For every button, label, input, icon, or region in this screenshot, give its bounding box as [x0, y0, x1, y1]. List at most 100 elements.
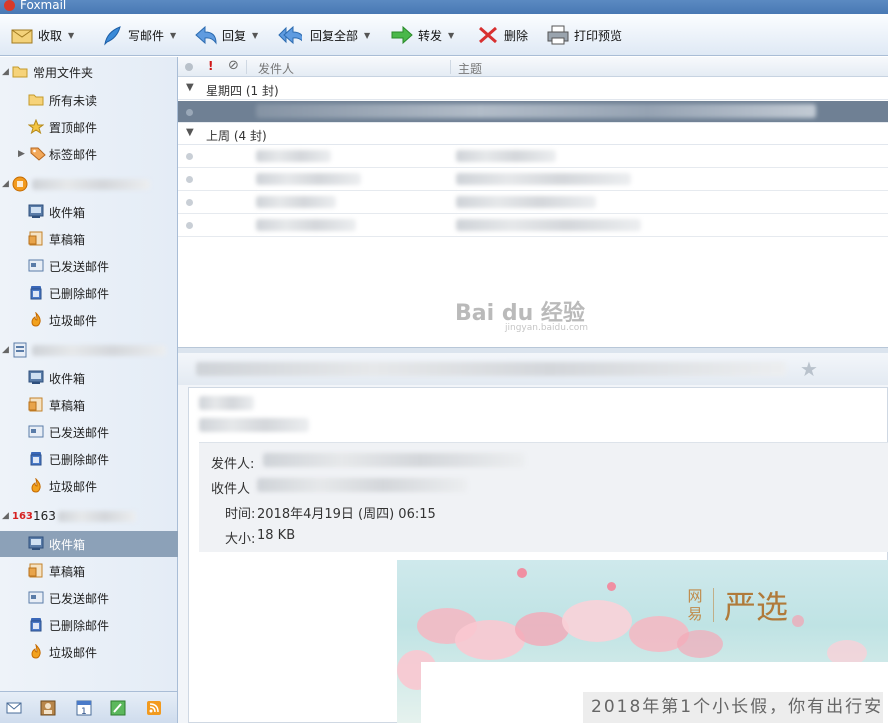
mail-row[interactable]	[178, 191, 888, 214]
read-status-dot-icon[interactable]	[186, 222, 193, 229]
forward-label: 转发	[418, 28, 443, 43]
folder-sent[interactable]: 已发送邮件	[0, 253, 178, 279]
feather-pen-icon	[100, 24, 124, 46]
folder-label: 草稿箱	[49, 232, 86, 247]
folder-tagged[interactable]: ▶ 标签邮件	[0, 141, 178, 167]
redacted-subject	[456, 173, 631, 185]
favorites-label: 常用文件夹	[33, 65, 94, 80]
reading-pane: ★ 发件人: 收件人 时间: 2018年4月19日 (周四) 06:15 大小:…	[178, 353, 888, 723]
folder-junk[interactable]: 垃圾邮件	[0, 639, 178, 665]
folder-drafts[interactable]: 草稿箱	[0, 558, 178, 584]
group-label: 星期四 (1 封)	[206, 84, 279, 98]
folder-label: 收件箱	[49, 537, 86, 552]
redacted-subject-title	[196, 362, 786, 376]
print-preview-label: 打印预览	[574, 28, 623, 43]
folder-junk[interactable]: 垃圾邮件	[0, 307, 178, 333]
folder-sent[interactable]: 已发送邮件	[0, 585, 178, 611]
chevron-down-icon[interactable]: ▼	[68, 31, 74, 40]
folder-drafts[interactable]: 草稿箱	[0, 226, 178, 252]
rss-module-icon[interactable]	[146, 700, 162, 716]
inbox-icon	[28, 370, 44, 385]
163-logo-icon: 163	[12, 510, 33, 522]
sender-column-header[interactable]: 发件人	[258, 60, 294, 77]
chevron-down-icon[interactable]: ▼	[448, 31, 454, 40]
yanxuan-logo-text: 严选	[724, 588, 789, 626]
mail-module-icon[interactable]	[6, 700, 22, 716]
title-bar: Foxmail	[0, 0, 888, 14]
collapse-triangle-icon[interactable]: ▼	[186, 82, 194, 93]
compose-button[interactable]: 写邮件 ▼	[100, 22, 176, 48]
expand-triangle-icon[interactable]: ▶	[18, 149, 25, 159]
folder-deleted[interactable]: 已删除邮件	[0, 280, 178, 306]
folder-inbox[interactable]: 收件箱	[0, 365, 178, 391]
star-icon[interactable]: ★	[800, 357, 818, 381]
collapse-triangle-icon[interactable]: ▼	[186, 127, 194, 138]
folder-all-unread[interactable]: 所有未读	[0, 87, 178, 113]
chevron-down-icon[interactable]: ▼	[252, 31, 258, 40]
delete-x-icon	[476, 24, 500, 46]
account-163-label: 163	[33, 509, 56, 523]
folder-deleted[interactable]: 已删除邮件	[0, 612, 178, 638]
reply-button[interactable]: 回复 ▼	[194, 22, 258, 48]
mail-row[interactable]	[178, 214, 888, 237]
reply-all-button[interactable]: 回复全部 ▼	[278, 22, 370, 48]
folder-label: 已发送邮件	[49, 259, 110, 274]
mail-row[interactable]	[178, 168, 888, 191]
mail-row[interactable]	[178, 145, 888, 168]
chevron-down-icon[interactable]: ▼	[364, 31, 370, 40]
print-preview-button[interactable]: 打印预览	[546, 22, 622, 48]
collapse-triangle-icon[interactable]: ◢	[2, 179, 9, 189]
account-icon	[12, 176, 28, 192]
collapse-triangle-icon[interactable]: ◢	[2, 67, 9, 77]
folder-label: 草稿箱	[49, 564, 86, 579]
priority-column-header[interactable]: !	[208, 59, 213, 73]
flame-icon	[28, 643, 44, 659]
mail-row-selected[interactable]	[178, 101, 888, 123]
collapse-triangle-icon[interactable]: ◢	[2, 511, 9, 521]
banner-headline: 2018年第1个小长假，你有出行安	[583, 692, 884, 723]
read-status-dot-icon[interactable]	[186, 153, 193, 160]
read-status-dot-icon[interactable]	[186, 109, 193, 116]
folder-junk[interactable]: 垃圾邮件	[0, 473, 178, 499]
folder-label: 垃圾邮件	[49, 479, 98, 494]
favorites-group[interactable]: ◢ 常用文件夹	[0, 59, 178, 85]
message-card: 发件人: 收件人 时间: 2018年4月19日 (周四) 06:15 大小: 1…	[188, 387, 888, 723]
chevron-down-icon[interactable]: ▼	[170, 31, 176, 40]
notes-module-icon[interactable]	[110, 700, 126, 716]
folder-label: 收件箱	[49, 205, 86, 220]
folder-label: 垃圾邮件	[49, 645, 98, 660]
folder-pinned[interactable]: 置顶邮件	[0, 114, 178, 140]
sent-icon	[28, 590, 44, 605]
folder-label: 已发送邮件	[49, 425, 110, 440]
mail-list-header: ! ⊘ 发件人 主题	[178, 57, 888, 77]
attachment-paperclip-icon[interactable]: ⊘	[228, 58, 239, 73]
collapse-triangle-icon[interactable]: ◢	[2, 345, 9, 355]
folder-sidebar: ◢ 常用文件夹 所有未读 置顶邮件 ▶ 标签邮件 ◢ 收件箱 草稿箱 已发送邮件…	[0, 57, 178, 691]
folder-deleted[interactable]: 已删除邮件	[0, 446, 178, 472]
yanxuan-logo: 网 易 严选	[687, 582, 788, 628]
read-status-column-icon[interactable]	[185, 63, 193, 71]
folder-label: 垃圾邮件	[49, 313, 98, 328]
folder-drafts[interactable]: 草稿箱	[0, 392, 178, 418]
folder-inbox-selected[interactable]: 收件箱	[0, 531, 178, 557]
subject-column-header[interactable]: 主题	[458, 60, 482, 77]
group-thursday[interactable]: ▼ 星期四 (1 封)	[178, 78, 888, 100]
delete-button[interactable]: 删除	[476, 22, 528, 48]
group-last-week[interactable]: ▼ 上周 (4 封)	[178, 123, 888, 145]
folder-sent[interactable]: 已发送邮件	[0, 419, 178, 445]
folder-inbox[interactable]: 收件箱	[0, 199, 178, 225]
contacts-module-icon[interactable]	[40, 700, 56, 716]
account-163-group[interactable]: ◢ 163 163	[0, 503, 178, 529]
redacted-account-name	[58, 511, 136, 522]
read-status-dot-icon[interactable]	[186, 176, 193, 183]
reply-all-label: 回复全部	[310, 28, 359, 43]
account-2-group[interactable]: ◢	[0, 337, 178, 363]
folder-label: 草稿箱	[49, 398, 86, 413]
read-status-dot-icon[interactable]	[186, 199, 193, 206]
redacted-sender	[256, 196, 336, 208]
account-1-group[interactable]: ◢	[0, 171, 178, 197]
forward-button[interactable]: 转发 ▼	[390, 22, 454, 48]
calendar-module-icon[interactable]: 1	[76, 700, 92, 717]
drafts-icon	[28, 231, 44, 246]
receive-button[interactable]: 收取 ▼	[10, 22, 74, 48]
